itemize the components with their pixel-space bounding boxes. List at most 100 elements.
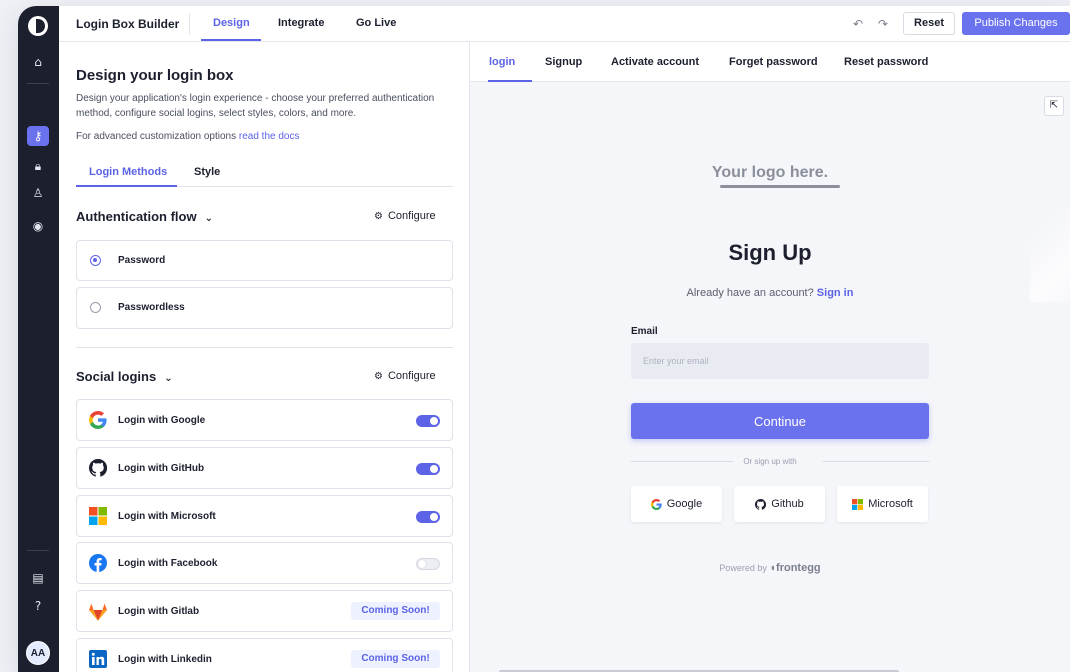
auth-flow-title: Authentication flow: [76, 209, 197, 224]
social-item-microsoft: Login with Microsoft: [76, 495, 453, 537]
lock-icon[interactable]: 🔒︎: [29, 157, 47, 175]
powered-by: Powered by ◖frontegg: [470, 562, 1070, 574]
sign-in-link[interactable]: Sign in: [817, 287, 854, 299]
gear-icon: ⚙: [374, 211, 383, 222]
auth-option-password[interactable]: Password: [76, 240, 453, 281]
password-radio[interactable]: [90, 255, 101, 266]
frontegg-logo: ◖frontegg: [769, 562, 821, 574]
social-item-linkedin: Login with Linkedin Coming Soon!: [76, 638, 453, 672]
undo-icon[interactable]: ↶: [853, 17, 863, 31]
google-signup-button[interactable]: Google: [631, 486, 722, 522]
or-divider-right: [823, 461, 929, 462]
top-bar: Login Box Builder Design Integrate Go Li…: [59, 6, 1070, 42]
powered-brand: frontegg: [776, 562, 821, 574]
tab-signup[interactable]: Signup: [545, 56, 582, 68]
gear-icon: ⚙: [374, 371, 383, 382]
social-item-label: Login with Linkedin: [118, 654, 212, 665]
app-title: Login Box Builder: [76, 17, 180, 31]
tab-activate-account[interactable]: Activate account: [611, 56, 699, 68]
design-panel: Design your login box Design your applic…: [59, 42, 470, 672]
social-item-label: Login with Facebook: [118, 558, 218, 569]
configure-label: Configure: [387, 210, 436, 222]
preview-tab-indicator: [488, 80, 532, 82]
read-docs-link[interactable]: read the docs: [239, 131, 300, 142]
open-external-icon[interactable]: ⇱: [1044, 96, 1064, 116]
preview-panel: login Signup Activate account Forget pas…: [470, 42, 1070, 672]
panel-description: Design your application's login experien…: [76, 93, 435, 119]
microsoft-button-label: Microsoft: [868, 498, 913, 511]
social-logins-title: Social logins: [76, 369, 157, 384]
chevron-down-icon: ⌄: [204, 213, 213, 224]
social-item-label: Login with Microsoft: [118, 511, 216, 522]
app-window: ⌂ ⚷ 🔒︎ ♙ ◉ ▤ ? AA Login Box Builder Desi…: [18, 6, 1070, 672]
configure-label: Configure: [387, 370, 436, 382]
or-sign-up-with: Or sign up with: [743, 457, 797, 466]
microsoft-signup-button[interactable]: Microsoft: [837, 486, 928, 522]
rail-divider-bottom: [27, 550, 49, 551]
social-item-label: Login with GitHub: [118, 463, 205, 474]
auth-configure-button[interactable]: ⚙ Configure: [374, 210, 436, 222]
email-field[interactable]: [631, 343, 929, 379]
avatar[interactable]: AA: [26, 641, 50, 665]
panel-heading: Design your login box: [76, 67, 234, 84]
already-account-text: Already have an account? Sign in: [470, 287, 1070, 299]
passwordless-radio[interactable]: [90, 302, 101, 313]
tab-go-live[interactable]: Go Live: [356, 17, 396, 29]
advanced-prefix: For advanced customization options: [76, 131, 237, 142]
social-configure-button[interactable]: ⚙ Configure: [374, 370, 436, 382]
subtab-style[interactable]: Style: [194, 166, 220, 178]
reset-button[interactable]: Reset: [903, 12, 955, 35]
coming-soon-badge: Coming Soon!: [351, 602, 440, 620]
microsoft-toggle[interactable]: [416, 511, 440, 523]
already-prefix: Already have an account?: [686, 287, 814, 299]
social-item-gitlab: Login with Gitlab Coming Soon!: [76, 590, 453, 632]
help-icon[interactable]: ?: [29, 597, 47, 615]
linkedin-icon: [89, 650, 107, 668]
coming-soon-badge: Coming Soon!: [351, 650, 440, 668]
key-icon[interactable]: ⚷: [27, 126, 49, 146]
subtab-active-indicator: [76, 185, 177, 187]
social-logins-toggle[interactable]: Social logins ⌄: [76, 369, 173, 384]
github-icon: [89, 459, 107, 477]
auth-option-label: Passwordless: [118, 302, 185, 313]
tab-design[interactable]: Design: [213, 17, 250, 29]
auth-option-label: Password: [118, 255, 166, 266]
social-item-facebook: Login with Facebook: [76, 542, 453, 584]
github-toggle[interactable]: [416, 463, 440, 475]
facebook-icon: [89, 554, 107, 572]
github-icon: [755, 498, 767, 510]
side-rail: ⌂ ⚷ 🔒︎ ♙ ◉ ▤ ? AA: [18, 6, 59, 672]
tab-integrate[interactable]: Integrate: [278, 17, 324, 29]
redo-icon[interactable]: ↷: [878, 17, 888, 31]
logo-underline: [720, 185, 840, 188]
google-icon: [89, 411, 107, 429]
section-divider: [76, 347, 453, 348]
facebook-toggle[interactable]: [416, 558, 440, 570]
social-item-label: Login with Google: [118, 415, 206, 426]
user-icon[interactable]: ♙: [29, 184, 47, 202]
continue-button[interactable]: Continue: [631, 403, 929, 439]
preview-tabs: login Signup Activate account Forget pas…: [470, 42, 1070, 82]
chevron-down-icon: ⌄: [164, 373, 173, 384]
app-logo[interactable]: [28, 16, 48, 36]
publish-changes-button[interactable]: Publish Changes: [962, 12, 1070, 35]
microsoft-icon: [852, 498, 864, 510]
home-icon[interactable]: ⌂: [29, 53, 47, 71]
gitlab-icon: [89, 603, 107, 621]
social-item-github: Login with GitHub: [76, 447, 453, 489]
document-icon[interactable]: ▤: [29, 569, 47, 587]
tab-reset-password[interactable]: Reset password: [844, 56, 928, 68]
tab-forget-password[interactable]: Forget password: [729, 56, 818, 68]
title-divider: [189, 13, 190, 35]
auth-option-passwordless[interactable]: Passwordless: [76, 287, 453, 329]
google-button-label: Google: [666, 498, 703, 511]
advanced-note: For advanced customization options read …: [76, 131, 299, 142]
subtab-login-methods[interactable]: Login Methods: [89, 166, 167, 178]
social-item-google: Login with Google: [76, 399, 453, 441]
google-toggle[interactable]: [416, 415, 440, 427]
signal-icon[interactable]: ◉: [29, 217, 47, 235]
tab-login[interactable]: login: [489, 56, 515, 68]
tab-active-indicator: [201, 39, 261, 41]
github-signup-button[interactable]: Github: [734, 486, 825, 522]
auth-flow-toggle[interactable]: Authentication flow ⌄: [76, 209, 213, 224]
